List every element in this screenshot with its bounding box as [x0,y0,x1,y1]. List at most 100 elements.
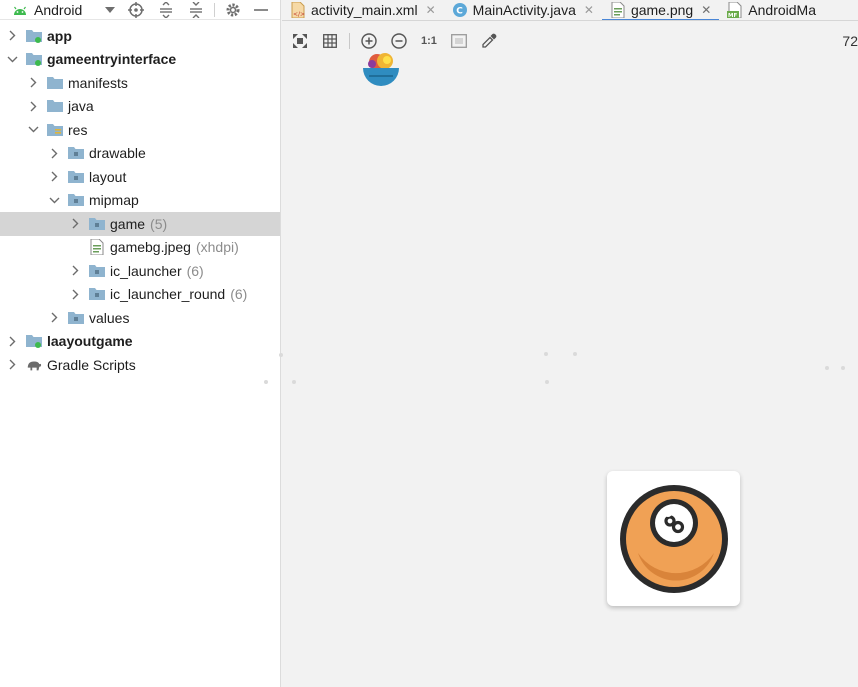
expand-all-icon[interactable] [158,1,174,18]
tree-item-manifests[interactable]: manifests [0,71,280,95]
tree-item-label: app [47,27,72,44]
java-class-icon: C [452,2,468,18]
tab-game-png[interactable]: game.png ✕ [601,0,720,20]
android-icon [12,2,28,18]
folder-icon [89,216,105,232]
collapse-all-icon[interactable] [188,1,204,18]
editor-tab-bar: </> activity_main.xml ✕ C MainActivity.java ✕… [282,0,858,21]
svg-text:C: C [456,7,463,17]
tree-item-gameentryinterface[interactable]: gameentryinterface [0,48,280,72]
fit-screen-icon[interactable] [292,33,308,49]
svg-text:MF: MF [728,13,737,18]
tree-item-app[interactable]: app [0,24,280,48]
folder-icon [47,75,63,91]
color-picker-icon[interactable] [481,33,497,49]
tree-item-res[interactable]: res [0,118,280,142]
module-folder-icon [26,28,42,44]
tree-item-label: java [68,98,94,115]
tree-item-label: res [68,121,88,138]
folder-icon [68,145,84,161]
image-file-icon [610,2,626,18]
tree-item-label: laayoutgame [47,333,133,350]
chevron-right-icon[interactable] [6,30,18,42]
decorative-dot [545,380,549,384]
project-tree: app gameentryinterface manifests java res dra… [0,24,280,377]
tree-item-hint: (5) [150,215,168,232]
image-editor: 1:1 72 [264,22,858,687]
decorative-dot [279,353,283,357]
zoom-in-icon[interactable] [361,33,377,49]
tree-item-label: gamebg.jpeg [110,239,191,256]
tree-item-label: manifests [68,74,128,91]
tree-item-java[interactable]: java [0,95,280,119]
tab-mainactivity-java[interactable]: C MainActivity.java ✕ [444,0,602,20]
tab-label: game.png [630,2,694,18]
res-folder-icon [47,122,63,138]
tree-item-game[interactable]: game (5) [0,212,280,236]
background-icon[interactable] [450,33,467,49]
tab-activity-main-xml[interactable]: </> activity_main.xml ✕ [282,0,444,20]
close-icon[interactable]: ✕ [584,3,594,17]
chevron-right-icon[interactable] [69,288,81,300]
chevron-right-icon[interactable] [48,171,60,183]
chevron-right-icon[interactable] [27,77,39,89]
chevron-right-icon[interactable] [69,265,81,277]
chevron-right-icon[interactable] [27,100,39,112]
tree-item-drawable[interactable]: drawable [0,142,280,166]
close-icon[interactable]: ✕ [426,3,436,17]
module-folder-icon [26,333,42,349]
decorative-dot [573,352,577,356]
view-selector[interactable]: Android [12,2,118,18]
chevron-right-icon[interactable] [6,335,18,347]
decorative-dot [841,366,845,370]
tree-item-ic-launcher[interactable]: ic_launcher (6) [0,259,280,283]
manifest-file-icon: MF [727,2,743,18]
tab-label: MainActivity.java [472,2,576,18]
decorative-dot [825,366,829,370]
ide-window: Android app gameentryinterface manifests… [0,0,858,687]
chevron-right-icon[interactable] [48,147,60,159]
folder-icon [89,263,105,279]
close-icon[interactable]: ✕ [701,3,711,17]
tree-item-layout[interactable]: layout [0,165,280,189]
svg-text:</>: </> [293,11,305,18]
tree-item-label: game [110,215,146,232]
toolbar-divider [349,33,350,49]
chevron-right-icon[interactable] [6,359,18,371]
tree-item-label: Gradle Scripts [47,356,136,373]
tab-androidma[interactable]: MF AndroidMa [719,0,824,20]
chevron-right-icon[interactable] [69,218,81,230]
folder-icon [68,310,84,326]
chevron-down-icon[interactable] [48,194,60,206]
grid-icon[interactable] [322,33,338,49]
folder-icon [68,169,84,185]
chevron-down-icon[interactable] [6,53,18,65]
xml-file-icon: </> [290,2,306,18]
chevron-down-icon[interactable] [27,124,39,136]
tree-item-gamebg-jpeg[interactable]: gamebg.jpeg (xhdpi) [0,236,280,260]
actual-size-button[interactable]: 1:1 [421,35,437,47]
decorative-dot [544,352,548,356]
gear-icon[interactable] [225,2,241,18]
zoom-out-icon[interactable] [391,33,407,49]
tree-item-ic-launcher-round[interactable]: ic_launcher_round (6) [0,283,280,307]
tree-item-mipmap[interactable]: mipmap [0,189,280,213]
tree-item-label: mipmap [89,192,139,209]
decorative-dot [264,380,268,384]
tab-label: AndroidMa [748,2,816,18]
target-icon[interactable] [128,1,145,18]
tree-item-laayoutgame[interactable]: laayoutgame [0,330,280,354]
folder-icon [68,192,84,208]
minimize-icon[interactable] [253,2,269,18]
image-file-icon [89,239,105,256]
image-preview-card [607,471,740,606]
tree-item-label: ic_launcher [110,262,182,279]
tree-item-label: gameentryinterface [47,51,177,68]
project-panel: Android app gameentryinterface manifests… [0,0,281,687]
tree-item-gradle-scripts[interactable]: Gradle Scripts [0,353,280,377]
chevron-right-icon[interactable] [48,312,60,324]
tree-item-values[interactable]: values [0,306,280,330]
tree-item-label: drawable [89,145,146,162]
bowl-thumbnail-image [362,50,400,93]
tree-item-label: layout [89,168,127,185]
